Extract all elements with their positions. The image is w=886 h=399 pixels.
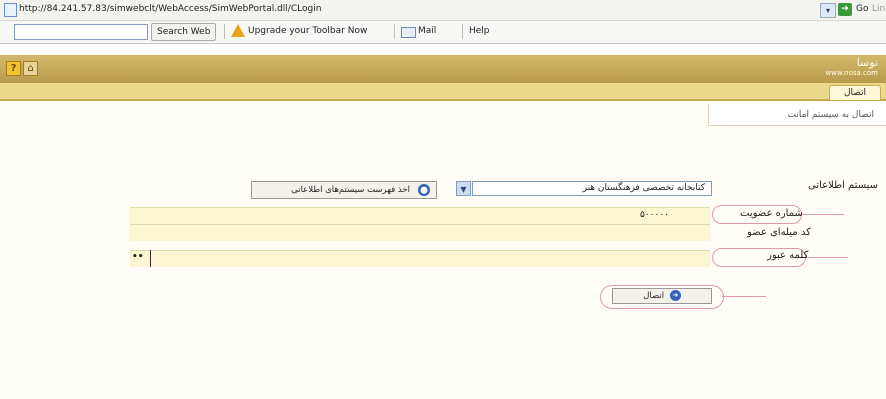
home-icon[interactable]: ⌂	[23, 61, 38, 76]
highlight-line	[722, 296, 766, 297]
login-button[interactable]: اتصال ➜	[612, 288, 712, 304]
barcode-label: کد میله‌ای عضو	[747, 227, 811, 238]
tab-bar: اتصال	[0, 83, 886, 101]
help-menu-button[interactable]: Help	[469, 26, 490, 36]
toolbar-divider	[224, 24, 225, 39]
mail-icon	[401, 27, 416, 38]
url-dropdown-icon[interactable]: ▾	[820, 3, 836, 18]
member-number-row	[130, 207, 710, 224]
url-text[interactable]: http://84.241.57.83/simwebclt/WebAccess/…	[19, 4, 321, 14]
arrow-right-icon: ➜	[669, 290, 681, 301]
links-label[interactable]: Links	[872, 4, 886, 14]
page-subtitle: اتصال به سیستم امانت	[708, 104, 886, 126]
search-web-button[interactable]: Search Web	[151, 23, 217, 41]
member-number-label: شماره عضویت	[740, 208, 803, 219]
warning-icon	[231, 24, 245, 37]
logo: نوسا www.nosa.com	[818, 57, 878, 78]
logo-url: www.nosa.com	[825, 69, 878, 77]
mail-button[interactable]: Mail	[418, 26, 436, 36]
get-systems-list-label: اخذ فهرست سیستم‌های اطلاعاتی	[291, 185, 410, 195]
highlight-line	[804, 257, 848, 258]
toolbar-divider	[462, 24, 463, 39]
get-systems-list-button[interactable]: ⬤ اخذ فهرست سیستم‌های اطلاعاتی	[251, 181, 437, 199]
password-input[interactable]	[150, 250, 711, 267]
member-number-value[interactable]: ۵۰۰۰۰۰	[640, 210, 669, 220]
system-select[interactable]: کتابخانه تخصصی فرهنگستان هنر	[472, 181, 712, 196]
login-button-label: اتصال	[643, 291, 665, 301]
app-header: ? ⌂ نوسا www.nosa.com	[0, 55, 886, 83]
tab-connect[interactable]: اتصال	[829, 85, 881, 100]
password-value[interactable]: ••	[132, 252, 144, 262]
page-icon	[4, 3, 17, 17]
chevron-down-icon[interactable]: ▼	[456, 181, 471, 196]
address-bar: http://84.241.57.83/simwebclt/WebAccess/…	[0, 0, 886, 21]
go-arrow-icon[interactable]: ➜	[838, 3, 852, 16]
search-toolbar: Search Web Upgrade your Toolbar Now Mail…	[0, 21, 886, 44]
barcode-row	[130, 224, 710, 241]
help-icon[interactable]: ?	[6, 61, 21, 76]
toolbar-search-input[interactable]	[14, 24, 148, 40]
go-button[interactable]: Go	[856, 4, 868, 14]
info-icon: ⬤	[418, 184, 430, 196]
highlight-line	[800, 214, 844, 215]
system-label: سیستم اطلاعاتی	[808, 180, 879, 191]
password-label: کلمه عبور	[767, 250, 809, 261]
toolbar-divider	[394, 24, 395, 39]
upgrade-toolbar-button[interactable]: Upgrade your Toolbar Now	[248, 26, 367, 36]
